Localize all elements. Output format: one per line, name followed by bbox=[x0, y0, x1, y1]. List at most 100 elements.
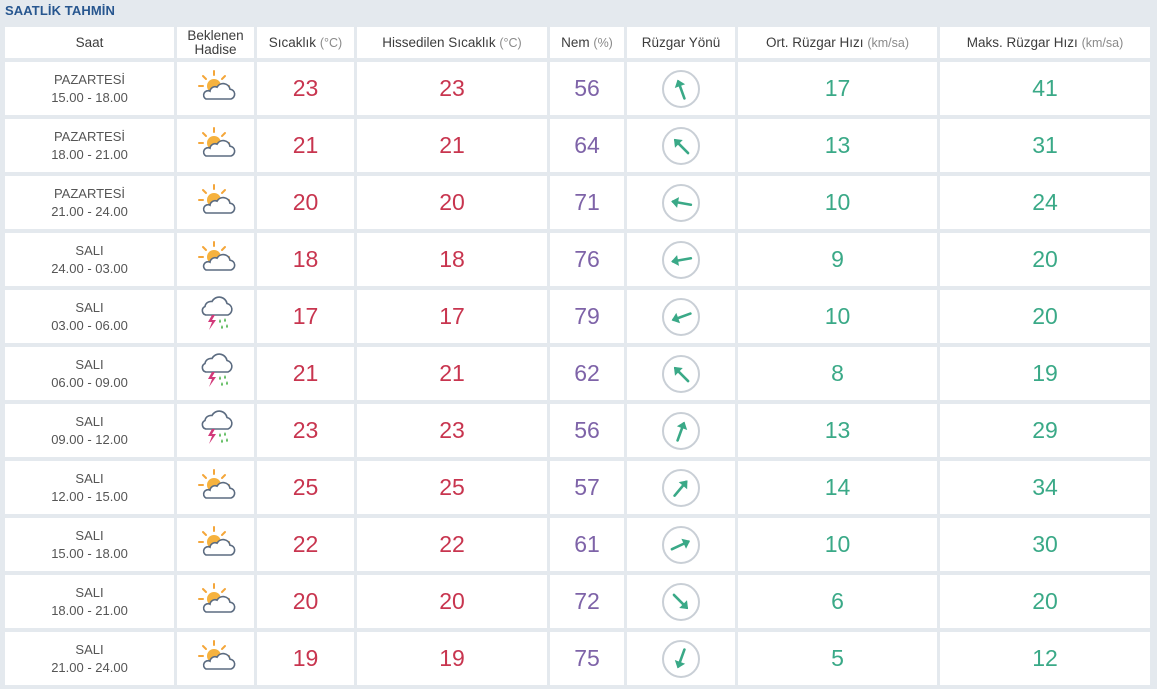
header-humidity-label: Nem bbox=[561, 34, 590, 50]
wind-direction-cell bbox=[627, 518, 735, 571]
header-humidity: Nem (%) bbox=[550, 27, 624, 58]
max-wind-value: 30 bbox=[940, 518, 1150, 571]
avg-wind-value: 17 bbox=[738, 62, 937, 115]
header-avg-wind: Ort. Rüzgar Hızı (km/sa) bbox=[738, 27, 937, 58]
hourly-forecast-table: Saat Beklenen Hadise Sıcaklık (°C) Hissed… bbox=[2, 23, 1153, 689]
day-label: SALI bbox=[75, 527, 104, 543]
header-temperature-label: Sıcaklık bbox=[268, 34, 317, 50]
time-range: 24.00 - 03.00 bbox=[51, 260, 128, 276]
temperature-value: 21 bbox=[257, 347, 354, 400]
wind-direction-cell bbox=[627, 233, 735, 286]
wind-direction-arrow-icon bbox=[662, 69, 700, 108]
section-title: SAATLİK TAHMİN bbox=[5, 3, 115, 18]
temperature-value: 19 bbox=[257, 632, 354, 685]
day-label: PAZARTESİ bbox=[53, 71, 126, 87]
table-row: SALI 24.00 - 03.00 18 18 76 9 20 bbox=[5, 233, 1150, 286]
feels-like-value: 17 bbox=[357, 290, 547, 343]
partly-sunny-icon bbox=[193, 581, 239, 622]
avg-wind-value: 8 bbox=[738, 347, 937, 400]
humidity-value: 64 bbox=[550, 119, 624, 172]
max-wind-value: 31 bbox=[940, 119, 1150, 172]
humidity-value: 72 bbox=[550, 575, 624, 628]
temperature-value: 17 bbox=[257, 290, 354, 343]
day-label: SALI bbox=[75, 356, 104, 372]
temperature-value: 23 bbox=[257, 404, 354, 457]
time-range: 12.00 - 15.00 bbox=[51, 488, 128, 504]
max-wind-value: 24 bbox=[940, 176, 1150, 229]
wind-direction-cell bbox=[627, 347, 735, 400]
max-wind-value: 20 bbox=[940, 575, 1150, 628]
humidity-value: 79 bbox=[550, 290, 624, 343]
temperature-value: 22 bbox=[257, 518, 354, 571]
header-humidity-unit: (%) bbox=[593, 35, 613, 50]
header-max-wind-label: Maks. Rüzgar Hızı bbox=[966, 34, 1078, 50]
partly-sunny-icon bbox=[193, 239, 239, 280]
table-row: PAZARTESİ 21.00 - 24.00 20 20 71 10 24 bbox=[5, 176, 1150, 229]
wind-direction-arrow-icon bbox=[662, 411, 700, 450]
humidity-value: 57 bbox=[550, 461, 624, 514]
weather-cell bbox=[177, 290, 254, 343]
feels-like-value: 18 bbox=[357, 233, 547, 286]
wind-direction-cell bbox=[627, 461, 735, 514]
max-wind-value: 20 bbox=[940, 233, 1150, 286]
day-label: SALI bbox=[75, 413, 104, 429]
avg-wind-value: 14 bbox=[738, 461, 937, 514]
thunderstorm-icon bbox=[196, 295, 236, 338]
humidity-value: 76 bbox=[550, 233, 624, 286]
temperature-value: 18 bbox=[257, 233, 354, 286]
max-wind-value: 12 bbox=[940, 632, 1150, 685]
avg-wind-value: 9 bbox=[738, 233, 937, 286]
time-cell: SALI 03.00 - 06.00 bbox=[5, 290, 174, 343]
wind-direction-arrow-icon bbox=[662, 639, 700, 678]
partly-sunny-icon bbox=[193, 524, 239, 565]
wind-direction-cell bbox=[627, 290, 735, 343]
thunderstorm-icon bbox=[196, 352, 236, 395]
header-temperature: Sıcaklık (°C) bbox=[257, 27, 354, 58]
weather-cell bbox=[177, 404, 254, 457]
avg-wind-value: 10 bbox=[738, 518, 937, 571]
day-label: SALI bbox=[75, 641, 104, 657]
weather-cell bbox=[177, 461, 254, 514]
time-range: 09.00 - 12.00 bbox=[51, 431, 128, 447]
weather-cell bbox=[177, 518, 254, 571]
wind-direction-cell bbox=[627, 62, 735, 115]
header-event-line2: Hadise bbox=[194, 41, 237, 57]
table-row: SALI 06.00 - 09.00 21 21 62 8 19 bbox=[5, 347, 1150, 400]
header-feels-like-unit: (°C) bbox=[499, 35, 522, 50]
table-header-row: Saat Beklenen Hadise Sıcaklık (°C) Hissed… bbox=[5, 27, 1150, 58]
partly-sunny-icon bbox=[193, 467, 239, 508]
header-time-label: Saat bbox=[75, 34, 104, 50]
avg-wind-value: 13 bbox=[738, 119, 937, 172]
header-max-wind-unit: (km/sa) bbox=[1081, 35, 1124, 50]
time-range: 15.00 - 18.00 bbox=[51, 89, 128, 105]
partly-sunny-icon bbox=[193, 638, 239, 679]
header-event: Beklenen Hadise bbox=[177, 27, 254, 58]
wind-direction-arrow-icon bbox=[662, 354, 700, 393]
temperature-value: 20 bbox=[257, 575, 354, 628]
avg-wind-value: 10 bbox=[738, 290, 937, 343]
max-wind-value: 20 bbox=[940, 290, 1150, 343]
avg-wind-value: 6 bbox=[738, 575, 937, 628]
header-event-line1: Beklenen bbox=[187, 27, 244, 43]
feels-like-value: 25 bbox=[357, 461, 547, 514]
header-max-wind: Maks. Rüzgar Hızı (km/sa) bbox=[940, 27, 1150, 58]
time-range: 03.00 - 06.00 bbox=[51, 317, 128, 333]
day-label: SALI bbox=[75, 584, 104, 600]
humidity-value: 56 bbox=[550, 62, 624, 115]
day-label: SALI bbox=[75, 470, 104, 486]
wind-direction-cell bbox=[627, 119, 735, 172]
wind-direction-arrow-icon bbox=[662, 183, 700, 222]
weather-cell bbox=[177, 176, 254, 229]
time-cell: SALI 06.00 - 09.00 bbox=[5, 347, 174, 400]
wind-direction-cell bbox=[627, 404, 735, 457]
temperature-value: 21 bbox=[257, 119, 354, 172]
weather-cell bbox=[177, 575, 254, 628]
day-label: PAZARTESİ bbox=[53, 128, 126, 144]
header-time: Saat bbox=[5, 27, 174, 58]
weather-cell bbox=[177, 347, 254, 400]
time-range: 06.00 - 09.00 bbox=[51, 374, 128, 390]
header-wind-direction: Rüzgar Yönü bbox=[627, 27, 735, 58]
weather-cell bbox=[177, 119, 254, 172]
wind-direction-arrow-icon bbox=[662, 525, 700, 564]
header-feels-like: Hissedilen Sıcaklık (°C) bbox=[357, 27, 547, 58]
